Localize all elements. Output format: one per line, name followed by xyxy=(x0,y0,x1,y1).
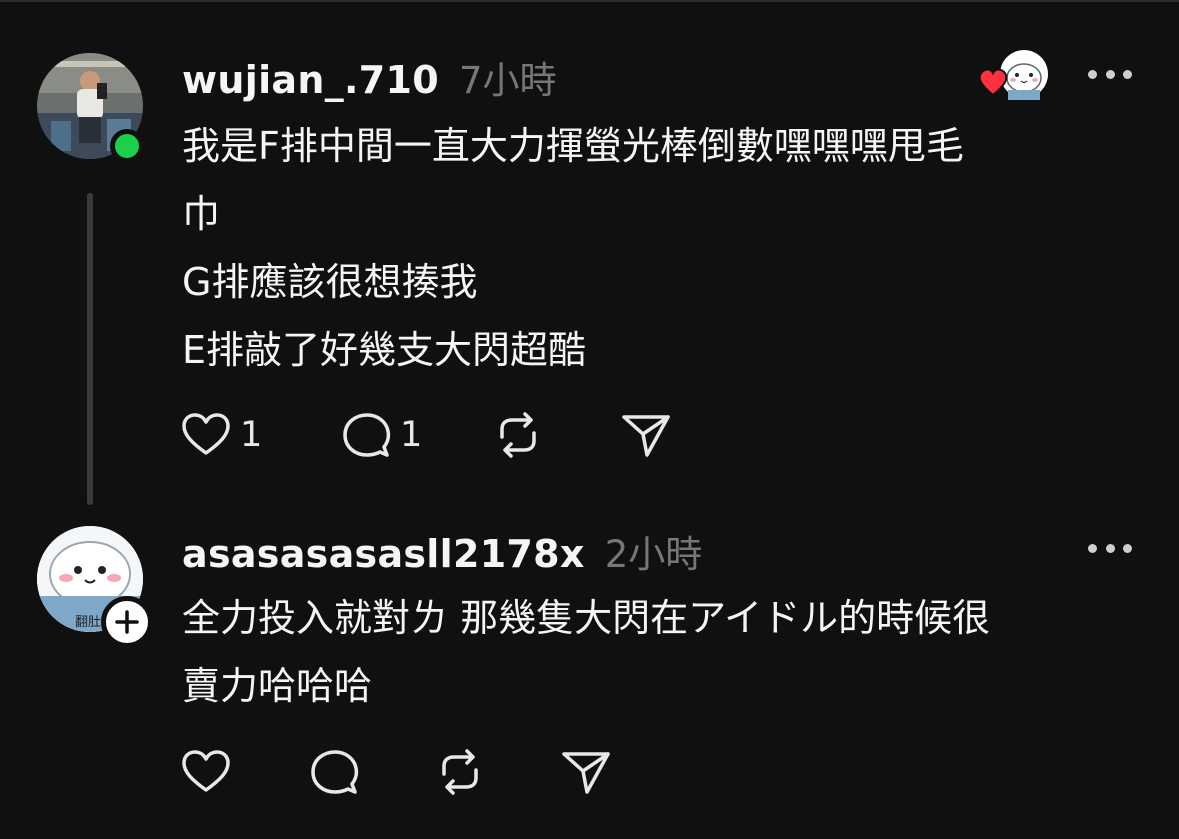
heart-icon xyxy=(182,413,230,455)
repost-button[interactable] xyxy=(490,405,546,465)
repost-icon xyxy=(500,412,536,458)
plus-icon xyxy=(115,610,139,634)
more-dot-icon xyxy=(1088,69,1097,79)
send-icon xyxy=(622,415,670,457)
post-text: 我是F排中間一直大力揮螢光棒倒數嘿嘿嘿甩毛 巾 G排應該很想揍我 E排敲了好幾支… xyxy=(182,112,1142,384)
post-text-line: 我是F排中間一直大力揮螢光棒倒數嘿嘿嘿甩毛 xyxy=(182,124,964,168)
send-icon xyxy=(562,752,610,794)
post-text-line: 賣力哈哈哈 xyxy=(182,664,373,708)
username[interactable]: wujian_.710 xyxy=(182,58,439,102)
more-options-button[interactable] xyxy=(1088,541,1132,555)
like-button[interactable] xyxy=(178,742,234,802)
share-button[interactable] xyxy=(558,742,614,802)
post-header: asasasasasll2178x 2小時 xyxy=(182,524,702,576)
online-status-indicator xyxy=(110,129,144,163)
share-button[interactable] xyxy=(618,405,674,465)
post-text-line: 巾 xyxy=(182,192,221,236)
repost-icon xyxy=(442,749,478,795)
more-dot-icon xyxy=(1105,69,1115,79)
more-options-button[interactable] xyxy=(1088,67,1132,81)
comment-icon xyxy=(311,750,359,794)
username[interactable]: asasasasasll2178x xyxy=(182,532,585,576)
thread-connector-line xyxy=(87,193,93,505)
more-dot-icon xyxy=(1123,69,1132,79)
post-text-line: E排敲了好幾支大閃超酷 xyxy=(182,328,587,372)
more-dot-icon xyxy=(1123,543,1132,553)
reply-button[interactable] xyxy=(306,742,362,802)
more-dot-icon xyxy=(1105,543,1115,553)
top-divider xyxy=(0,0,1179,2)
comment-icon xyxy=(343,413,391,457)
heart-icon xyxy=(182,750,230,792)
reply-count: 1 xyxy=(400,415,423,455)
like-button[interactable]: 1 xyxy=(178,405,262,465)
like-count: 1 xyxy=(240,415,263,455)
more-dot-icon xyxy=(1088,543,1097,553)
timestamp: 2小時 xyxy=(604,533,703,576)
liked-by-author-indicator xyxy=(974,48,1050,104)
repost-button[interactable] xyxy=(432,742,488,802)
avatar-caption: 翻肚 xyxy=(75,615,101,630)
post-header: wujian_.710 7小時 xyxy=(182,50,557,102)
post-text-line: 全力投入就對ㄌ 那幾隻大閃在アイドル的時候很 xyxy=(182,596,991,640)
reply-button[interactable]: 1 xyxy=(338,405,422,465)
timestamp: 7小時 xyxy=(458,59,557,102)
follow-button[interactable] xyxy=(101,596,153,648)
post-text: 全力投入就對ㄌ 那幾隻大閃在アイドル的時候很 賣力哈哈哈 xyxy=(182,584,1142,720)
post-text-line: G排應該很想揍我 xyxy=(182,260,478,304)
